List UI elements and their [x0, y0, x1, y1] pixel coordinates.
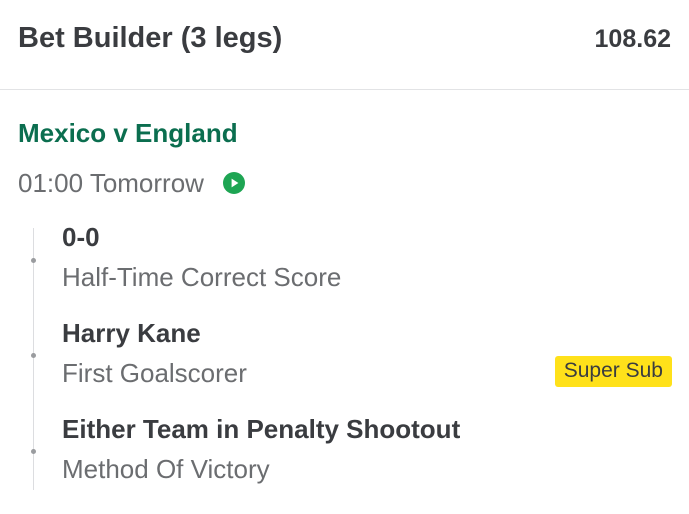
event-name[interactable]: Mexico v England: [18, 118, 238, 149]
leg-selection: Harry Kane: [62, 318, 201, 348]
timeline-dot: [31, 449, 36, 454]
super-sub-badge: Super Sub: [554, 356, 672, 387]
leg-market: First Goalscorer: [62, 358, 247, 388]
combined-odds: 108.62: [594, 25, 671, 53]
event-time-row: 01:00 Tomorrow: [18, 166, 246, 200]
leg-selection: Either Team in Penalty Shootout: [62, 414, 461, 444]
leg-market: Half-Time Correct Score: [62, 262, 342, 292]
play-circle-icon: [222, 171, 246, 195]
leg-selection: 0-0: [62, 222, 100, 252]
event-start-time: 01:00 Tomorrow: [18, 167, 204, 198]
timeline-dot: [31, 258, 36, 263]
timeline-dot: [31, 353, 36, 358]
bet-builder-title: Bet Builder (3 legs): [18, 22, 283, 54]
bet-builder-header[interactable]: Bet Builder (3 legs) 108.62: [0, 0, 689, 90]
leg-market: Method Of Victory: [62, 454, 270, 484]
